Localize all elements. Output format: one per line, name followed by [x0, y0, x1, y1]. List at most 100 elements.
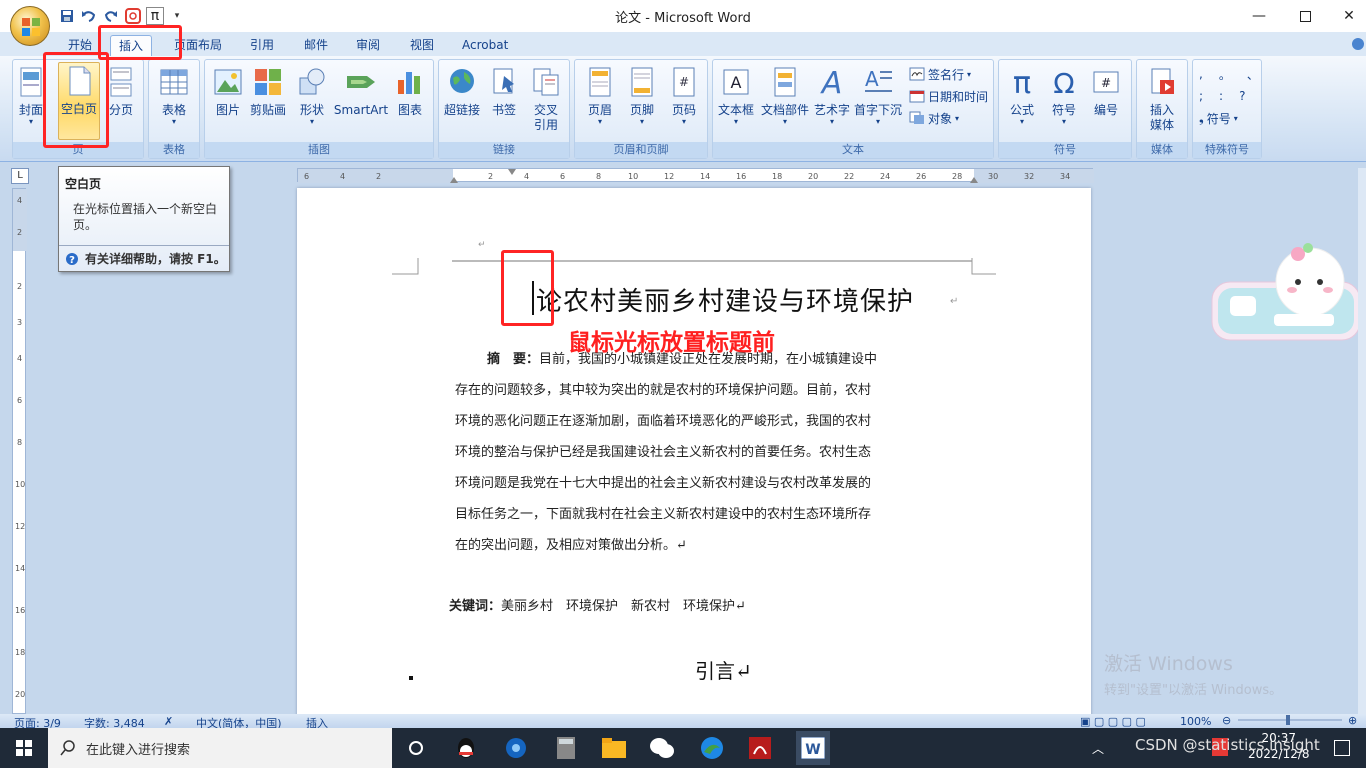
svg-text:22: 22: [844, 172, 854, 181]
calculator-icon[interactable]: [552, 734, 580, 762]
taskbar-search[interactable]: 在此键入进行搜索: [48, 728, 392, 768]
view-buttons[interactable]: ▣ ▢ ▢ ▢ ▢: [1080, 715, 1146, 728]
group-media: 插入媒体 媒体: [1136, 59, 1188, 159]
help-icon[interactable]: [1352, 38, 1364, 50]
office-button[interactable]: [10, 6, 50, 46]
special-symbols-row-1[interactable]: ,。、: [1199, 64, 1259, 84]
equation-button[interactable]: π 公式 ▾: [1001, 64, 1043, 140]
file-explorer-icon[interactable]: [600, 734, 628, 762]
task-view-icon[interactable]: [402, 734, 430, 762]
svg-text:12: 12: [664, 172, 674, 181]
intro-heading[interactable]: 引言↵: [695, 655, 752, 684]
cover-page-button[interactable]: 封面 ▾: [17, 64, 45, 140]
footer-button[interactable]: 页脚 ▾: [621, 64, 663, 140]
insert-media-button[interactable]: 插入媒体: [1141, 64, 1183, 140]
vertical-ruler[interactable]: 4 2 2 3 4 6 8 10 12 14 16 18 20: [12, 188, 27, 714]
svg-text:#: #: [1101, 76, 1111, 90]
numbering-button[interactable]: # 编号: [1085, 64, 1127, 140]
wordart-button[interactable]: A 艺术字 ▾: [811, 64, 853, 140]
horizontal-ruler[interactable]: 642 246 8 10 12 14 16 18 20 22 24 26 28 30 32 34: [297, 168, 1094, 183]
tab-view[interactable]: 视图: [402, 35, 442, 56]
drop-cap-button[interactable]: A 首字下沉 ▾: [853, 64, 903, 140]
svg-text:10: 10: [15, 480, 25, 489]
chart-icon: [398, 72, 420, 94]
hyperlink-button[interactable]: 超链接: [441, 64, 483, 140]
symbol-button[interactable]: Ω 符号 ▾: [1043, 64, 1085, 140]
vertical-scrollbar[interactable]: [1358, 168, 1366, 714]
group-special-symbols: ,。、 ;:? ❟ 符号 ▾ 特殊符号: [1192, 59, 1262, 159]
cross-reference-button[interactable]: 交叉引用: [525, 64, 567, 140]
title-bar: π ▾ 论文 - Microsoft Word — ✕: [0, 0, 1366, 32]
ribbon: 封面 ▾ 空白页 分页 页 表格 ▾ 表格 图片 剪贴画 形状 ▾ SmartA…: [0, 56, 1366, 162]
svg-text:10: 10: [628, 172, 638, 181]
status-words[interactable]: 字数: 3,484: [84, 715, 145, 728]
keywords-line[interactable]: 关键词：美丽乡村 环境保护 新农村 环境保护↵: [449, 595, 746, 614]
header-button[interactable]: 页眉 ▾: [579, 64, 621, 140]
svg-text:34: 34: [1060, 172, 1070, 181]
word-taskbar-icon[interactable]: W: [796, 731, 830, 765]
status-mode[interactable]: 插入: [306, 715, 328, 728]
status-zoom[interactable]: 100%: [1180, 715, 1211, 728]
svg-text:8: 8: [17, 438, 22, 447]
group-header-footer: 页眉 ▾ 页脚 ▾ # 页码 ▾ 页眉和页脚: [574, 59, 708, 159]
special-symbols-row-2[interactable]: ;:?: [1199, 86, 1245, 106]
bullet-dot: [409, 676, 413, 680]
app-icon-blue[interactable]: [502, 734, 530, 762]
document-title[interactable]: 论农村美丽乡村建设与环境保护: [536, 281, 914, 318]
qq-icon[interactable]: [452, 734, 480, 762]
notification-icon[interactable]: [1334, 740, 1350, 756]
edge-icon[interactable]: [698, 734, 726, 762]
tab-acrobat[interactable]: Acrobat: [454, 35, 516, 56]
date-time-button[interactable]: 日期和时间: [909, 86, 988, 106]
svg-text:4: 4: [17, 354, 22, 363]
shapes-button[interactable]: 形状 ▾: [291, 64, 333, 140]
clipart-button[interactable]: 剪贴画: [247, 64, 289, 140]
textbox-button[interactable]: A 文本框 ▾: [715, 64, 757, 140]
abstract-line: 环境的恶化问题正在逐渐加剧，面临着环境恶化的严峻形式，我国的农村: [455, 414, 872, 429]
status-language[interactable]: 中文(简体，中国): [196, 715, 282, 728]
svg-text:A: A: [820, 66, 843, 98]
tab-review[interactable]: 审阅: [348, 35, 388, 56]
table-button[interactable]: 表格 ▾: [153, 64, 195, 140]
signature-line-button[interactable]: 签名行 ▾: [909, 64, 971, 84]
status-page[interactable]: 页面: 3/9: [14, 715, 61, 728]
page-break-button[interactable]: 分页: [105, 64, 137, 140]
tab-mailings[interactable]: 邮件: [296, 35, 336, 56]
smartart-button[interactable]: SmartArt: [333, 64, 389, 140]
zoom-slider[interactable]: ⊖ ⊕: [1222, 714, 1362, 728]
tab-references[interactable]: 引用: [242, 35, 282, 56]
svg-text:18: 18: [15, 648, 25, 657]
svg-text:2: 2: [488, 172, 493, 181]
abstract-line: 环境问题是我党在十七大中提出的社会主义新农村建设与农村改革发展的: [455, 476, 872, 491]
tab-selector[interactable]: L: [11, 168, 29, 184]
maximize-button[interactable]: [1282, 0, 1328, 32]
highlight-insert-tab: [98, 25, 182, 60]
close-button[interactable]: ✕: [1326, 0, 1366, 32]
start-button[interactable]: [0, 728, 48, 768]
chart-button[interactable]: 图表: [389, 64, 431, 140]
status-bar: 页面: 3/9 字数: 3,484 ✗ 中文(简体，中国) 插入 ▣ ▢ ▢ ▢…: [0, 714, 1366, 728]
search-icon: [60, 740, 75, 756]
acrobat-icon[interactable]: [746, 734, 774, 762]
page-number-button[interactable]: # 页码 ▾: [663, 64, 705, 140]
textbox-icon: A: [723, 69, 749, 95]
svg-text:6: 6: [17, 396, 22, 405]
footer-icon: [631, 67, 653, 97]
object-icon: [909, 111, 924, 124]
wechat-icon[interactable]: [648, 734, 676, 762]
spellcheck-icon[interactable]: ✗: [164, 715, 173, 728]
ribbon-tabs: 开始 插入 页面布局 引用 邮件 审阅 视图 Acrobat: [0, 32, 1366, 56]
cartoon-sticker: [1211, 243, 1361, 341]
abstract-paragraph[interactable]: 摘 要：目前，我国的小城镇建设正处在发展时期，在小城镇建设中 存在的问题较多，其…: [455, 344, 971, 561]
bookmark-button[interactable]: 书签: [483, 64, 525, 140]
quick-parts-button[interactable]: 文档部件 ▾: [759, 64, 811, 140]
tray-chevron-icon[interactable]: ︿: [1092, 740, 1104, 757]
svg-text:⊖: ⊖: [1222, 714, 1231, 726]
svg-text:26: 26: [916, 172, 926, 181]
picture-button[interactable]: 图片: [207, 64, 249, 140]
chevron-down-icon: ▾: [1019, 117, 1024, 126]
object-button[interactable]: 对象 ▾: [909, 108, 959, 128]
abstract-line: 在的突出问题，及相应对策做出分析。↵: [455, 538, 687, 553]
minimize-button[interactable]: —: [1236, 0, 1282, 32]
special-symbol-button[interactable]: ❟ 符号 ▾: [1199, 108, 1238, 128]
